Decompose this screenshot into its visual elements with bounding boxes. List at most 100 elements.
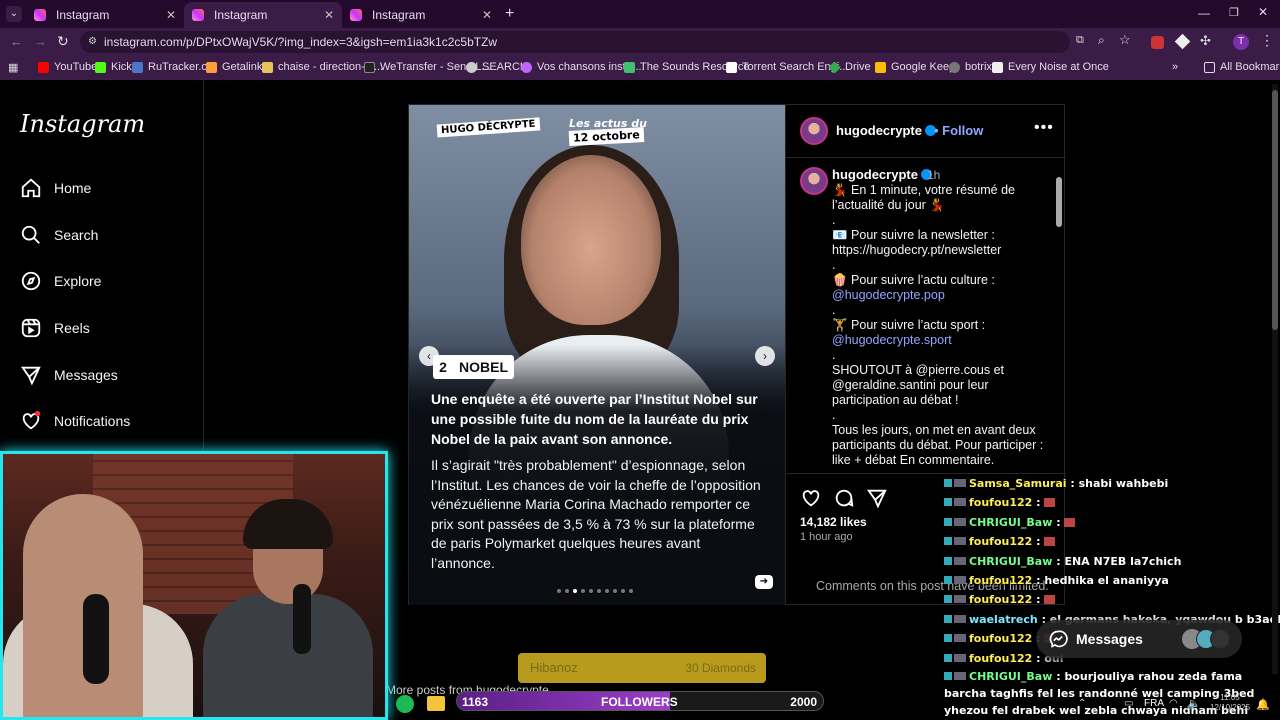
chat-separator: : [1032,593,1045,607]
instagram-logo[interactable]: Instagram [20,110,145,138]
chat-separator: : [1052,554,1065,568]
bookmark-search[interactable]: SEARCH [466,61,528,73]
close-window-icon[interactable]: ✕ [1258,5,1268,19]
bookmark-getalink[interactable]: Getalink [206,61,262,73]
new-tab-icon[interactable]: + [505,5,514,23]
minimize-icon[interactable]: — [1198,6,1210,20]
extension-icon[interactable] [1151,36,1164,49]
volume-icon[interactable]: 🔈 [1187,697,1201,710]
close-tab-icon[interactable]: ✕ [324,8,334,22]
messages-floating-button[interactable]: Messages [1036,620,1242,658]
bookmark-kick[interactable]: Kick [95,61,132,73]
reload-icon[interactable]: ↻ [57,33,69,50]
post-header-username[interactable]: hugodecrypte [836,123,936,138]
chat-text: ENA N7EB la7chich [1064,554,1182,568]
chat-username[interactable]: foufou122 [969,652,1032,665]
mention-link[interactable]: @hugodecrypte.sport [832,333,1054,348]
chat-username[interactable]: foufou122 [969,496,1032,509]
chat-username[interactable]: Samsa_Samurai [969,477,1067,490]
slide-dot [621,589,625,593]
tray-chevron-icon[interactable]: ⌃ [1078,698,1086,709]
chat-username[interactable]: foufou122 [969,535,1032,548]
nav-home[interactable]: Home [20,177,91,199]
close-tab-icon[interactable]: ✕ [482,8,492,22]
bookmark-star-icon[interactable]: ☆ [1119,32,1131,48]
nav-reels[interactable]: Reels [20,317,90,339]
comment-icon[interactable] [833,487,855,509]
author-avatar[interactable] [800,117,828,145]
tray-app-icon[interactable]: ▭ [1124,698,1133,709]
site-info-icon[interactable]: ⚙ [88,31,97,53]
scrollbar-thumb[interactable] [1056,177,1062,227]
browser-menu-icon[interactable]: ⋮ [1260,32,1274,49]
botrix-icon [949,61,960,73]
page-scrollbar-thumb[interactable] [1272,90,1278,330]
share-icon[interactable] [866,487,888,509]
bookmark-rutracker[interactable]: RuTracker.org [132,61,217,73]
caption-avatar[interactable] [800,167,828,195]
tab-instagram-2[interactable]: Instagram ✕ [184,2,342,28]
like-heart-icon[interactable] [800,487,822,509]
bookmark-botrix[interactable]: botrix [949,61,992,73]
chat-username[interactable]: foufou122 [969,632,1032,645]
bookmark-youtube[interactable]: YouTube [38,61,97,73]
chat-username[interactable]: foufou122 [969,574,1032,587]
nav-messages[interactable]: Messages [20,364,118,386]
mention-link[interactable]: @hugodecrypte.pop [832,288,1054,303]
followers-goal-bar: 1163 FOLLOWERS 2000 [456,691,824,711]
nav-explore[interactable]: Explore [20,270,101,292]
back-icon[interactable]: ← [10,34,23,49]
bookmark-google-keep[interactable]: Google Keep [875,61,955,73]
slide-dot [573,589,577,593]
all-bookmarks[interactable]: All Bookmarks [1204,61,1280,73]
tab-search-icon[interactable]: ⌄ [6,6,22,22]
install-icon[interactable]: ⧉ [1076,34,1084,47]
caption-username[interactable]: hugodecrypte [832,167,932,182]
bookmark-every-noise[interactable]: Every Noise at Once [992,61,1109,73]
more-bookmarks-icon[interactable]: » [1172,61,1178,73]
language-indicator[interactable]: FRA [1144,698,1164,709]
extension-diamond-icon[interactable] [1174,33,1191,50]
restore-icon[interactable]: ❐ [1229,6,1239,19]
nav-notifications[interactable]: Notifications [20,410,130,432]
chat-username[interactable]: CHRIGUI_Baw [969,516,1052,529]
url-text: instagram.com/p/DPtxOWajV5K/?img_index=3… [104,35,498,49]
previous-slide-button[interactable]: ‹ [419,346,439,366]
extensions-puzzle-icon[interactable]: ✣ [1200,33,1211,49]
chat-badge-icon [944,576,952,585]
page-scrollbar[interactable] [1272,84,1278,674]
instagram-favicon-icon [34,9,46,21]
chat-username[interactable]: CHRIGUI_Baw [969,555,1052,568]
clock[interactable]: 11:05 12/10/2025 [1210,693,1250,713]
profile-avatar[interactable]: T [1233,34,1249,50]
zoom-icon[interactable]: ⌕ [1098,33,1105,48]
close-tab-icon[interactable]: ✕ [166,8,176,22]
chat-username[interactable]: CHRIGUI_Baw [969,670,1052,683]
apps-grid-icon[interactable]: ▦ [8,61,18,74]
caption-scrollbar[interactable] [1056,165,1062,471]
next-slide-button[interactable]: › [755,346,775,366]
chat-text: shabi wahbebi [1078,477,1169,490]
tab-instagram-1[interactable]: Instagram ✕ [26,2,184,28]
tab-instagram-3[interactable]: Instagram ✕ [342,2,500,28]
more-options-icon[interactable]: ••• [1034,119,1054,137]
microphone [293,584,311,654]
chat-username[interactable]: foufou122 [969,593,1032,606]
post-time-ago: 1 hour ago [800,531,853,543]
file-explorer-icon[interactable] [427,696,445,711]
nav-search[interactable]: Search [20,224,98,246]
stream-chat-overlay: Samsa_Samurai : shabi wahbebi foufou122 :… [944,474,1280,719]
likes-count[interactable]: 14,182 likes [800,515,867,529]
clock-date: 12/10/2025 [1210,703,1251,712]
bookmark-drive[interactable]: Drive [828,60,871,74]
forward-icon[interactable]: → [34,34,47,49]
messages-label: Messages [1076,631,1143,647]
follow-button[interactable]: • Follow [934,123,983,138]
address-bar[interactable]: ⚙ instagram.com/p/DPtxOWajV5K/?img_index… [80,31,1070,53]
follow-label: Follow [942,123,984,138]
notification-bell-icon[interactable]: 🔔 [1256,698,1270,711]
wifi-icon[interactable]: ◠ [1169,698,1178,709]
chat-username[interactable]: waelatrech [969,613,1038,626]
slide-dot [557,589,561,593]
spotify-icon[interactable] [396,695,414,713]
